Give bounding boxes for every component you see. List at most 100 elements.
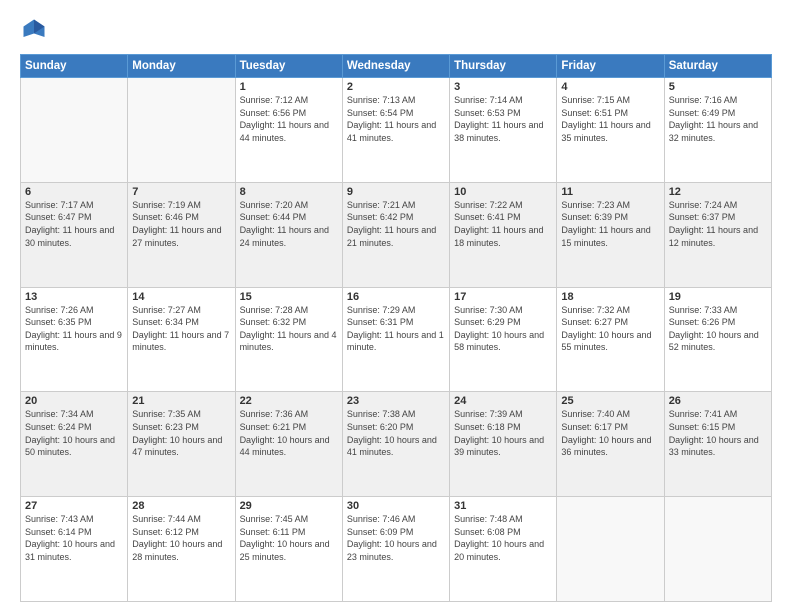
- calendar-cell: 30Sunrise: 7:46 AM Sunset: 6:09 PM Dayli…: [342, 497, 449, 602]
- day-number: 23: [347, 395, 445, 407]
- day-info: Sunrise: 7:43 AM Sunset: 6:14 PM Dayligh…: [25, 513, 123, 563]
- day-number: 24: [454, 395, 552, 407]
- day-number: 26: [669, 395, 767, 407]
- day-number: 1: [240, 81, 338, 93]
- day-number: 30: [347, 500, 445, 512]
- weekday-header-thursday: Thursday: [450, 55, 557, 78]
- day-number: 15: [240, 291, 338, 303]
- day-info: Sunrise: 7:44 AM Sunset: 6:12 PM Dayligh…: [132, 513, 230, 563]
- calendar-cell: 1Sunrise: 7:12 AM Sunset: 6:56 PM Daylig…: [235, 78, 342, 183]
- weekday-header-saturday: Saturday: [664, 55, 771, 78]
- day-number: 3: [454, 81, 552, 93]
- day-number: 9: [347, 186, 445, 198]
- day-info: Sunrise: 7:13 AM Sunset: 6:54 PM Dayligh…: [347, 94, 445, 144]
- day-info: Sunrise: 7:23 AM Sunset: 6:39 PM Dayligh…: [561, 199, 659, 249]
- day-info: Sunrise: 7:20 AM Sunset: 6:44 PM Dayligh…: [240, 199, 338, 249]
- day-number: 8: [240, 186, 338, 198]
- calendar-week-1: 1Sunrise: 7:12 AM Sunset: 6:56 PM Daylig…: [21, 78, 772, 183]
- day-number: 29: [240, 500, 338, 512]
- calendar-cell: 5Sunrise: 7:16 AM Sunset: 6:49 PM Daylig…: [664, 78, 771, 183]
- calendar-cell: 26Sunrise: 7:41 AM Sunset: 6:15 PM Dayli…: [664, 392, 771, 497]
- logo: [20, 16, 52, 44]
- calendar-cell: [664, 497, 771, 602]
- day-info: Sunrise: 7:16 AM Sunset: 6:49 PM Dayligh…: [669, 94, 767, 144]
- day-number: 21: [132, 395, 230, 407]
- calendar-cell: 6Sunrise: 7:17 AM Sunset: 6:47 PM Daylig…: [21, 182, 128, 287]
- calendar-week-3: 13Sunrise: 7:26 AM Sunset: 6:35 PM Dayli…: [21, 287, 772, 392]
- day-info: Sunrise: 7:36 AM Sunset: 6:21 PM Dayligh…: [240, 408, 338, 458]
- day-number: 2: [347, 81, 445, 93]
- calendar-cell: 22Sunrise: 7:36 AM Sunset: 6:21 PM Dayli…: [235, 392, 342, 497]
- weekday-header-row: SundayMondayTuesdayWednesdayThursdayFrid…: [21, 55, 772, 78]
- weekday-header-wednesday: Wednesday: [342, 55, 449, 78]
- calendar-cell: 12Sunrise: 7:24 AM Sunset: 6:37 PM Dayli…: [664, 182, 771, 287]
- day-number: 4: [561, 81, 659, 93]
- day-info: Sunrise: 7:28 AM Sunset: 6:32 PM Dayligh…: [240, 304, 338, 354]
- page: SundayMondayTuesdayWednesdayThursdayFrid…: [0, 0, 792, 612]
- calendar-week-5: 27Sunrise: 7:43 AM Sunset: 6:14 PM Dayli…: [21, 497, 772, 602]
- day-number: 7: [132, 186, 230, 198]
- day-number: 6: [25, 186, 123, 198]
- calendar-cell: 31Sunrise: 7:48 AM Sunset: 6:08 PM Dayli…: [450, 497, 557, 602]
- weekday-header-tuesday: Tuesday: [235, 55, 342, 78]
- calendar-cell: 21Sunrise: 7:35 AM Sunset: 6:23 PM Dayli…: [128, 392, 235, 497]
- day-number: 11: [561, 186, 659, 198]
- calendar-cell: 9Sunrise: 7:21 AM Sunset: 6:42 PM Daylig…: [342, 182, 449, 287]
- day-info: Sunrise: 7:33 AM Sunset: 6:26 PM Dayligh…: [669, 304, 767, 354]
- calendar-cell: 10Sunrise: 7:22 AM Sunset: 6:41 PM Dayli…: [450, 182, 557, 287]
- calendar-table: SundayMondayTuesdayWednesdayThursdayFrid…: [20, 54, 772, 602]
- day-info: Sunrise: 7:15 AM Sunset: 6:51 PM Dayligh…: [561, 94, 659, 144]
- calendar-cell: [128, 78, 235, 183]
- calendar-cell: 14Sunrise: 7:27 AM Sunset: 6:34 PM Dayli…: [128, 287, 235, 392]
- day-number: 17: [454, 291, 552, 303]
- calendar-cell: 7Sunrise: 7:19 AM Sunset: 6:46 PM Daylig…: [128, 182, 235, 287]
- day-info: Sunrise: 7:27 AM Sunset: 6:34 PM Dayligh…: [132, 304, 230, 354]
- day-number: 13: [25, 291, 123, 303]
- calendar-cell: 3Sunrise: 7:14 AM Sunset: 6:53 PM Daylig…: [450, 78, 557, 183]
- day-info: Sunrise: 7:17 AM Sunset: 6:47 PM Dayligh…: [25, 199, 123, 249]
- day-info: Sunrise: 7:39 AM Sunset: 6:18 PM Dayligh…: [454, 408, 552, 458]
- day-info: Sunrise: 7:26 AM Sunset: 6:35 PM Dayligh…: [25, 304, 123, 354]
- calendar-cell: 15Sunrise: 7:28 AM Sunset: 6:32 PM Dayli…: [235, 287, 342, 392]
- day-number: 27: [25, 500, 123, 512]
- day-info: Sunrise: 7:30 AM Sunset: 6:29 PM Dayligh…: [454, 304, 552, 354]
- day-number: 12: [669, 186, 767, 198]
- day-info: Sunrise: 7:41 AM Sunset: 6:15 PM Dayligh…: [669, 408, 767, 458]
- weekday-header-monday: Monday: [128, 55, 235, 78]
- day-info: Sunrise: 7:29 AM Sunset: 6:31 PM Dayligh…: [347, 304, 445, 354]
- day-number: 5: [669, 81, 767, 93]
- header: [20, 16, 772, 44]
- calendar-cell: 25Sunrise: 7:40 AM Sunset: 6:17 PM Dayli…: [557, 392, 664, 497]
- calendar-cell: 8Sunrise: 7:20 AM Sunset: 6:44 PM Daylig…: [235, 182, 342, 287]
- calendar-cell: [557, 497, 664, 602]
- day-info: Sunrise: 7:35 AM Sunset: 6:23 PM Dayligh…: [132, 408, 230, 458]
- calendar-cell: 27Sunrise: 7:43 AM Sunset: 6:14 PM Dayli…: [21, 497, 128, 602]
- calendar-cell: 18Sunrise: 7:32 AM Sunset: 6:27 PM Dayli…: [557, 287, 664, 392]
- day-number: 20: [25, 395, 123, 407]
- day-info: Sunrise: 7:22 AM Sunset: 6:41 PM Dayligh…: [454, 199, 552, 249]
- calendar-cell: 24Sunrise: 7:39 AM Sunset: 6:18 PM Dayli…: [450, 392, 557, 497]
- day-info: Sunrise: 7:40 AM Sunset: 6:17 PM Dayligh…: [561, 408, 659, 458]
- calendar-cell: 19Sunrise: 7:33 AM Sunset: 6:26 PM Dayli…: [664, 287, 771, 392]
- day-info: Sunrise: 7:21 AM Sunset: 6:42 PM Dayligh…: [347, 199, 445, 249]
- day-number: 18: [561, 291, 659, 303]
- calendar-cell: 11Sunrise: 7:23 AM Sunset: 6:39 PM Dayli…: [557, 182, 664, 287]
- day-number: 14: [132, 291, 230, 303]
- day-number: 25: [561, 395, 659, 407]
- day-number: 31: [454, 500, 552, 512]
- day-number: 16: [347, 291, 445, 303]
- calendar-week-2: 6Sunrise: 7:17 AM Sunset: 6:47 PM Daylig…: [21, 182, 772, 287]
- day-info: Sunrise: 7:46 AM Sunset: 6:09 PM Dayligh…: [347, 513, 445, 563]
- calendar-week-4: 20Sunrise: 7:34 AM Sunset: 6:24 PM Dayli…: [21, 392, 772, 497]
- day-info: Sunrise: 7:38 AM Sunset: 6:20 PM Dayligh…: [347, 408, 445, 458]
- calendar-cell: 23Sunrise: 7:38 AM Sunset: 6:20 PM Dayli…: [342, 392, 449, 497]
- calendar-cell: 17Sunrise: 7:30 AM Sunset: 6:29 PM Dayli…: [450, 287, 557, 392]
- day-info: Sunrise: 7:32 AM Sunset: 6:27 PM Dayligh…: [561, 304, 659, 354]
- logo-icon: [20, 16, 48, 44]
- calendar-cell: 20Sunrise: 7:34 AM Sunset: 6:24 PM Dayli…: [21, 392, 128, 497]
- weekday-header-sunday: Sunday: [21, 55, 128, 78]
- day-info: Sunrise: 7:14 AM Sunset: 6:53 PM Dayligh…: [454, 94, 552, 144]
- day-info: Sunrise: 7:19 AM Sunset: 6:46 PM Dayligh…: [132, 199, 230, 249]
- day-number: 19: [669, 291, 767, 303]
- calendar-cell: 4Sunrise: 7:15 AM Sunset: 6:51 PM Daylig…: [557, 78, 664, 183]
